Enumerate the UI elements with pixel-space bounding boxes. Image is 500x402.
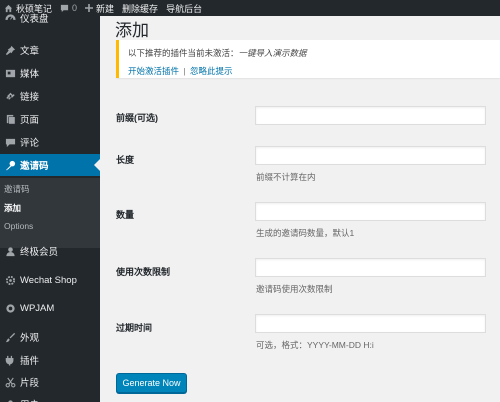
sidebar-item-label: 用户 — [20, 397, 39, 402]
sidebar-item-label: 评论 — [20, 138, 40, 149]
usage-limit-label: 使用次数限制 — [116, 267, 171, 277]
sidebar-item-label: 仪表盘 — [20, 14, 49, 25]
sidebar-item-links[interactable]: 链接 — [0, 85, 100, 107]
media-icon — [0, 68, 20, 79]
brush-icon — [0, 332, 20, 343]
sidebar-item-invite-codes[interactable]: 邀请码 — [0, 154, 100, 176]
pin-icon — [0, 45, 20, 56]
activate-plugin-link[interactable]: 开始激活插件 — [128, 66, 179, 76]
sidebar-item-wpjam[interactable]: WPJAM — [0, 297, 100, 319]
quantity-label: 数量 — [116, 210, 135, 220]
sidebar-item-label: 链接 — [20, 92, 40, 103]
users-icon — [0, 399, 20, 402]
submenu-item-options[interactable]: Options — [4, 221, 33, 231]
dismiss-notice-link[interactable]: 忽略此提示 — [190, 66, 233, 76]
scissors-icon — [0, 377, 20, 388]
notice-plugin-name: 一键导入演示数据 — [238, 48, 307, 58]
generate-now-button[interactable]: Generate Now — [116, 373, 187, 393]
sidebar-item-label: 外观 — [20, 333, 40, 344]
sidebar-item-comments[interactable]: 评论 — [0, 131, 100, 153]
sidebar-item-dashboard[interactable]: 仪表盘 — [0, 7, 100, 29]
submenu-item-add[interactable]: 添加 — [4, 202, 21, 214]
usage-limit-input[interactable] — [255, 258, 486, 277]
prefix-input[interactable] — [255, 106, 486, 125]
plugin-icon — [0, 355, 20, 366]
nav-backend-label: 导航后台 — [166, 3, 203, 14]
sidebar-item-plugins[interactable]: 插件 — [0, 349, 100, 371]
comment-icon — [0, 137, 20, 148]
admin-sidebar: 仪表盘 文章 媒体 链接 页面 评论 邀请码 邀请码 添加 Options 终极… — [0, 13, 100, 402]
expiry-label: 过期时间 — [116, 323, 153, 333]
admin-bar-nav-backend[interactable]: 导航后台 — [166, 2, 202, 15]
generic-icon — [0, 303, 20, 314]
gear-icon — [0, 275, 20, 286]
sidebar-item-label: Wechat Shop — [20, 274, 77, 286]
sidebar-item-label: 终极会员 — [20, 247, 59, 258]
notice-message: 以下推荐的插件当前未激活：一键导入演示数据 — [128, 47, 500, 59]
clear-cache-label: 删除缓存 — [122, 3, 159, 14]
expiry-description: 可选，格式：YYYY-MM-DD H:i — [256, 340, 374, 350]
usage-limit-description: 邀请码使用次数限制 — [256, 284, 333, 294]
sidebar-item-label: 文章 — [20, 46, 40, 57]
prefix-label: 前缀(可选) — [116, 113, 158, 123]
quantity-input[interactable] — [255, 202, 486, 221]
sidebar-item-users[interactable]: 用户 — [0, 393, 100, 402]
page-icon — [0, 114, 20, 125]
user-icon — [0, 246, 20, 257]
sidebar-item-wechat-shop[interactable]: Wechat Shop — [0, 269, 100, 291]
length-label: 长度 — [116, 155, 135, 165]
sidebar-item-appearance[interactable]: 外观 — [0, 326, 100, 348]
plugin-notice: 以下推荐的插件当前未激活：一键导入演示数据 开始激活插件 | 忽略此提示 — [116, 40, 500, 78]
length-description: 前缀不计算在内 — [256, 172, 316, 182]
sidebar-item-label: 邀请码 — [20, 161, 49, 172]
sidebar-item-label: 片段 — [20, 378, 40, 389]
expiry-input[interactable] — [255, 314, 486, 333]
quantity-description: 生成的邀请码数量，默认1 — [256, 228, 355, 238]
sidebar-item-label: WPJAM — [20, 302, 55, 314]
submenu-item-invite-codes[interactable]: 邀请码 — [4, 183, 30, 195]
sidebar-item-label: 媒体 — [20, 69, 40, 80]
sidebar-item-pages[interactable]: 页面 — [0, 108, 100, 130]
notice-text: 以下推荐的插件当前未激活： — [128, 48, 239, 58]
sidebar-item-posts[interactable]: 文章 — [0, 39, 100, 61]
length-input[interactable] — [255, 146, 486, 165]
sidebar-item-media[interactable]: 媒体 — [0, 62, 100, 84]
sidebar-item-label: 插件 — [20, 356, 40, 367]
page-title: 添加 — [115, 21, 149, 40]
dashboard-icon — [0, 13, 20, 24]
notice-actions: 开始激活插件 | 忽略此提示 — [128, 65, 500, 77]
key-icon — [0, 160, 20, 171]
link-icon — [0, 91, 20, 102]
notice-separator: | — [183, 66, 186, 76]
sidebar-item-ultimate-member[interactable]: 终极会员 — [0, 240, 100, 262]
sidebar-item-label: 页面 — [20, 115, 40, 126]
sidebar-submenu: 邀请码 添加 Options — [0, 178, 100, 248]
admin-bar-clear-cache[interactable]: 删除缓存 — [122, 2, 158, 15]
sidebar-item-snippets[interactable]: 片段 — [0, 371, 100, 393]
main-content: 添加 以下推荐的插件当前未激活：一键导入演示数据 开始激活插件 | 忽略此提示 … — [100, 16, 500, 402]
